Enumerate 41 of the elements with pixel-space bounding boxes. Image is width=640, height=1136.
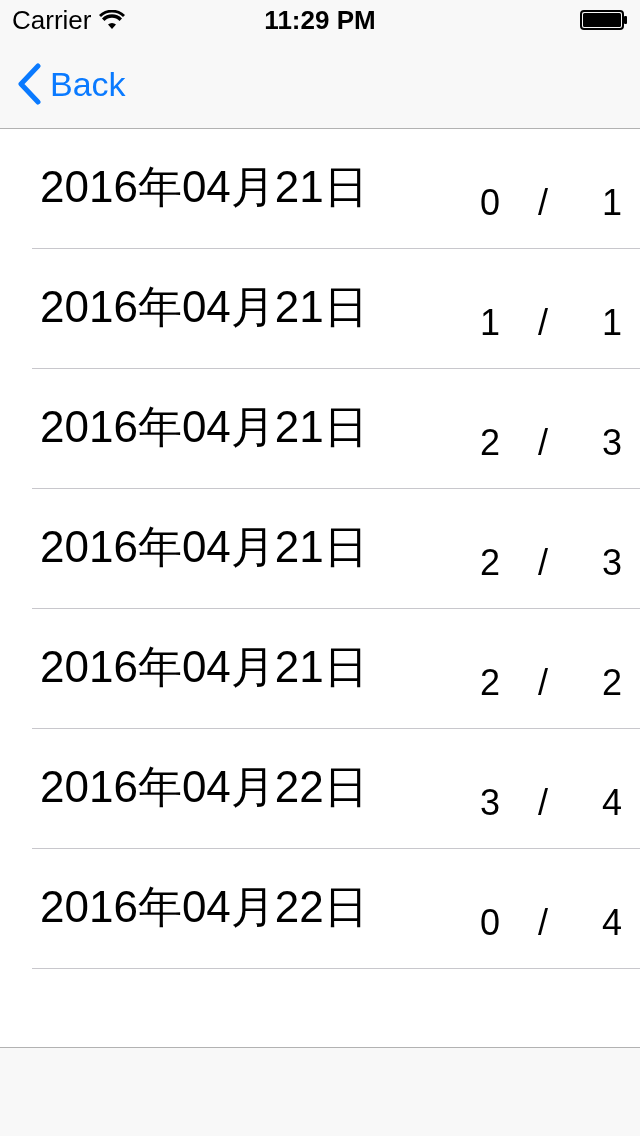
date-label: 2016年04月21日	[40, 521, 368, 573]
slash-label: /	[537, 781, 549, 825]
back-button[interactable]: Back	[0, 58, 126, 110]
list-row[interactable]: 2016年04月21日 2 / 2	[32, 609, 640, 729]
slash-label: /	[537, 661, 549, 705]
battery-icon	[580, 10, 628, 30]
date-label: 2016年04月21日	[40, 641, 368, 693]
list-row[interactable]: 2016年04月21日 1 / 1	[32, 249, 640, 369]
list-row[interactable]: 2016年04月22日 3 / 4	[32, 729, 640, 849]
count-label: 0	[479, 901, 501, 945]
slash-label: /	[537, 901, 549, 945]
count-label: 1	[479, 301, 501, 345]
list-row[interactable]: 2016年04月21日 0 / 1	[32, 129, 640, 249]
count-label: 2	[479, 661, 501, 705]
slash-label: /	[537, 181, 549, 225]
carrier-label: Carrier	[12, 3, 92, 37]
count-label: 0	[479, 181, 501, 225]
slash-label: /	[537, 541, 549, 585]
wifi-icon	[99, 10, 126, 30]
date-label: 2016年04月21日	[40, 281, 368, 333]
count-label: 2	[479, 421, 501, 465]
slash-label: /	[537, 301, 549, 345]
total-label: 1	[601, 181, 623, 225]
total-label: 3	[601, 541, 623, 585]
total-label: 3	[601, 421, 623, 465]
date-label: 2016年04月21日	[40, 161, 368, 213]
total-label: 4	[601, 781, 623, 825]
clock-time: 11:29 PM	[264, 3, 376, 37]
count-label: 3	[479, 781, 501, 825]
date-label: 2016年04月22日	[40, 881, 368, 933]
date-label: 2016年04月21日	[40, 401, 368, 453]
chevron-left-icon	[16, 63, 42, 105]
list-row[interactable]: 2016年04月21日 2 / 3	[32, 489, 640, 609]
count-label: 2	[479, 541, 501, 585]
total-label: 2	[601, 661, 623, 705]
slash-label: /	[537, 421, 549, 465]
date-label: 2016年04月22日	[40, 761, 368, 813]
total-label: 4	[601, 901, 623, 945]
list-row[interactable]: 2016年04月22日 0 / 4	[32, 849, 640, 969]
list-row[interactable]: 2016年04月21日 2 / 3	[32, 369, 640, 489]
total-label: 1	[601, 301, 623, 345]
